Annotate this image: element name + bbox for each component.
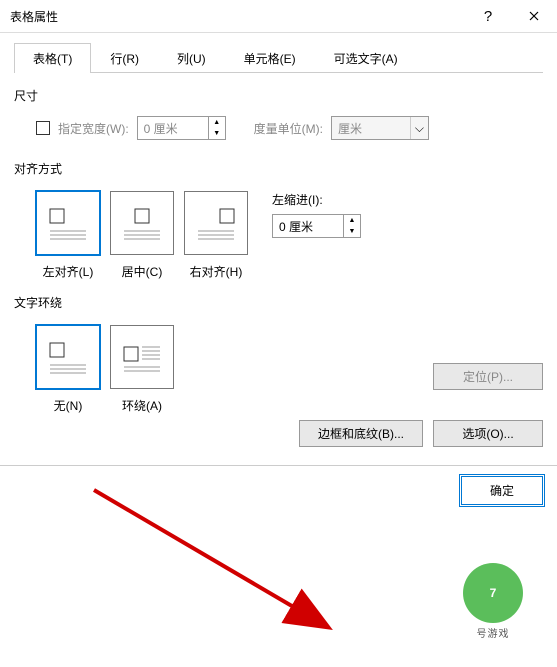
align-center-icon (110, 191, 174, 255)
down-icon[interactable]: ▼ (344, 226, 360, 237)
wrap-group-label: 文字环绕 (14, 294, 543, 311)
align-group-label: 对齐方式 (14, 160, 543, 177)
indent-input[interactable] (273, 215, 343, 237)
specify-width-label: 指定宽度(W): (58, 120, 129, 137)
indent-spinner[interactable]: ▲▼ (272, 214, 361, 238)
tab-table[interactable]: 表格(T) (14, 43, 91, 73)
positioning-button[interactable]: 定位(P)... (433, 363, 543, 390)
tab-cell[interactable]: 单元格(E) (225, 43, 315, 73)
unit-label: 度量单位(M): (254, 120, 323, 137)
wrap-none-icon (36, 325, 100, 389)
tabs: 表格(T) 行(R) 列(U) 单元格(E) 可选文字(A) (14, 43, 543, 73)
borders-shading-button[interactable]: 边框和底纹(B)... (299, 420, 423, 447)
wrap-none-option[interactable]: 无(N) (36, 325, 100, 414)
align-left-icon (36, 191, 100, 255)
align-center-option[interactable]: 居中(C) (110, 191, 174, 280)
specify-width-checkbox[interactable] (36, 121, 50, 135)
close-button[interactable] (511, 0, 557, 32)
dialog-title: 表格属性 (10, 8, 465, 25)
indent-label: 左缩进(I): (272, 191, 361, 208)
unit-value: 厘米 (332, 117, 410, 139)
size-group-label: 尺寸 (14, 87, 543, 104)
width-spinner[interactable]: ▲▼ (137, 116, 226, 140)
width-input[interactable] (138, 117, 208, 139)
unit-select[interactable]: 厘米 ⌵ (331, 116, 429, 140)
align-right-option[interactable]: 右对齐(H) (184, 191, 248, 280)
help-button[interactable]: ? (465, 0, 511, 32)
tab-column[interactable]: 列(U) (158, 43, 225, 73)
options-button[interactable]: 选项(O)... (433, 420, 543, 447)
ok-button[interactable]: 确定 (461, 476, 543, 505)
chevron-down-icon: ⌵ (410, 117, 428, 139)
up-icon[interactable]: ▲ (209, 117, 225, 128)
align-right-icon (184, 191, 248, 255)
tab-row[interactable]: 行(R) (91, 43, 158, 73)
up-icon[interactable]: ▲ (344, 215, 360, 226)
wrap-around-icon (110, 325, 174, 389)
align-left-option[interactable]: 左对齐(L) (36, 191, 100, 280)
wrap-around-option[interactable]: 环绕(A) (110, 325, 174, 414)
close-icon (529, 11, 539, 21)
tab-alttext[interactable]: 可选文字(A) (315, 43, 417, 73)
down-icon[interactable]: ▼ (209, 128, 225, 139)
watermark: 7 号游戏 (433, 563, 553, 639)
